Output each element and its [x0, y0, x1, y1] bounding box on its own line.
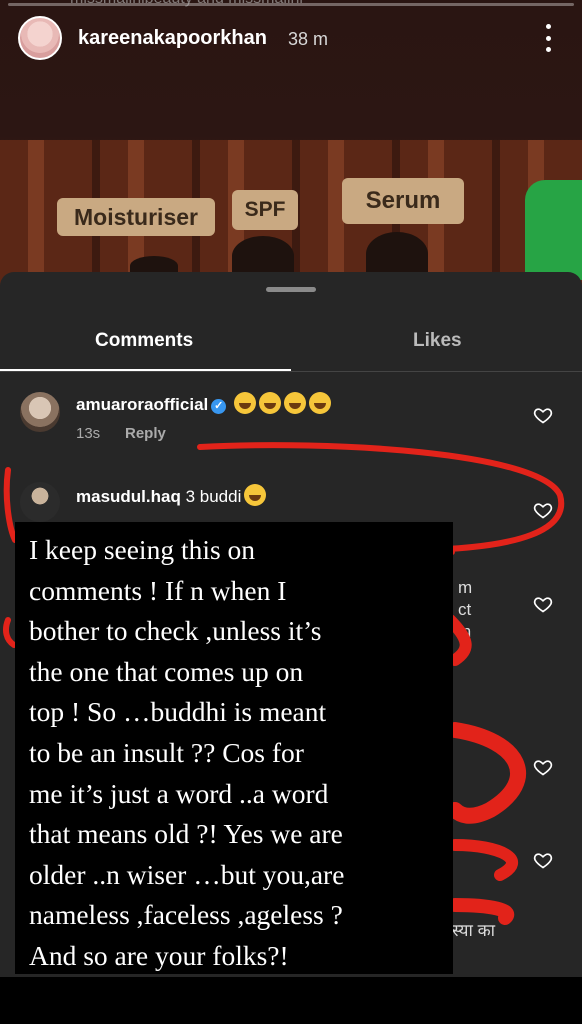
laughing-emoji-icon: [259, 392, 281, 414]
comment-item: amuaroraofficial ✓: [76, 392, 331, 415]
divider: [0, 371, 582, 372]
partial-comment-text: m: [458, 578, 473, 597]
story-username[interactable]: kareenakapoorkhan: [78, 27, 267, 50]
comment-username[interactable]: masudul.haq: [76, 487, 181, 506]
story-tag-moisturiser: Moisturiser: [57, 198, 215, 236]
laughing-emoji-icon: [234, 392, 256, 414]
heart-icon[interactable]: [533, 850, 553, 870]
story-header: kareenakapoorkhan 38 m: [0, 0, 582, 80]
comment-avatar[interactable]: [20, 482, 60, 522]
tab-likes[interactable]: Likes: [413, 330, 462, 352]
caption-overlay: I keep seeing this on comments ! If n wh…: [15, 522, 453, 974]
story-time: 38 m: [288, 29, 329, 49]
laughing-emoji-icon: [309, 392, 331, 414]
heart-icon[interactable]: [533, 594, 553, 614]
bottom-bar: [0, 977, 582, 1024]
story-image-person: [366, 232, 428, 276]
comment-username[interactable]: amuaroraofficial: [76, 395, 208, 414]
sheet-grabber[interactable]: [266, 287, 316, 292]
laughing-emoji-icon: [284, 392, 306, 414]
heart-icon[interactable]: [533, 500, 553, 520]
laughing-emoji-icon: [244, 484, 267, 506]
caption-text: I keep seeing this on comments ! If n wh…: [29, 534, 345, 971]
partial-comment-text: स्या का: [452, 921, 496, 940]
heart-icon[interactable]: [533, 757, 553, 777]
partial-comment-text: ct: [458, 600, 472, 619]
comment-avatar[interactable]: [20, 392, 60, 432]
partial-comment-text: in: [458, 622, 472, 641]
more-icon[interactable]: [536, 24, 560, 52]
story-tag-serum: Serum: [342, 178, 464, 224]
comment-text: 3 buddi: [185, 487, 242, 506]
tab-comments[interactable]: Comments: [95, 330, 193, 352]
story-image-figure: [525, 180, 582, 280]
story-image-person: [232, 236, 294, 276]
avatar[interactable]: [18, 16, 62, 60]
reply-button[interactable]: Reply: [125, 425, 166, 442]
heart-icon[interactable]: [533, 405, 553, 425]
verified-badge-icon: ✓: [211, 399, 227, 414]
comment-item: masudul.haq 3 buddi: [76, 484, 267, 507]
comment-time: 13s: [76, 425, 101, 442]
story-tag-spf: SPF: [232, 190, 298, 230]
